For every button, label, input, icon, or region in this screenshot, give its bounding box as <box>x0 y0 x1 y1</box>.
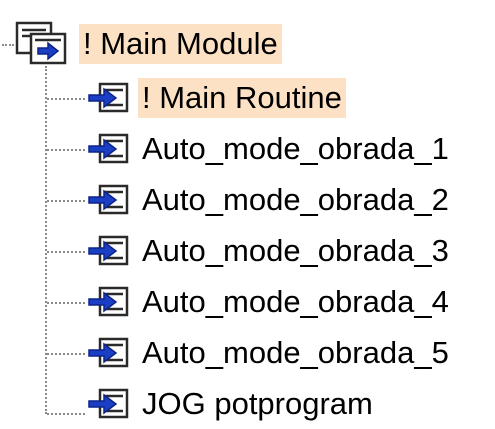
root-connector <box>2 44 14 46</box>
child-connector <box>47 98 85 100</box>
tree-node-label: Auto_mode_obrada_1 <box>142 131 449 166</box>
child-connector <box>47 353 85 355</box>
tree-node-label: Auto_mode_obrada_5 <box>142 335 449 370</box>
tree-node-label: ! Main Routine <box>138 78 346 118</box>
child-connector <box>47 200 85 202</box>
routine-icon <box>88 337 129 368</box>
child-connector <box>47 302 85 304</box>
tree-node-auto-mode-obrada-1[interactable]: Auto_mode_obrada_1 <box>86 127 453 171</box>
child-connector <box>47 149 85 151</box>
tree-node-label: JOG potprogram <box>142 386 373 421</box>
module-icon <box>15 21 67 65</box>
child-connector <box>47 413 85 415</box>
tree-node-jog-potprogram[interactable]: JOG potprogram <box>86 382 377 426</box>
module-tree: ! Main Module ! Main Routine Auto_mode_o… <box>0 0 495 429</box>
tree-node-main-module[interactable]: ! Main Module <box>14 21 282 66</box>
routine-icon <box>88 184 129 215</box>
tree-node-label: Auto_mode_obrada_4 <box>142 284 449 319</box>
tree-node-auto-mode-obrada-2[interactable]: Auto_mode_obrada_2 <box>86 178 453 222</box>
tree-node-main-routine[interactable]: ! Main Routine <box>86 76 346 120</box>
tree-node-label: Auto_mode_obrada_3 <box>142 233 449 268</box>
child-connector <box>47 251 85 253</box>
tree-node-auto-mode-obrada-4[interactable]: Auto_mode_obrada_4 <box>86 280 453 324</box>
tree-node-label: ! Main Module <box>79 24 282 64</box>
tree-node-auto-mode-obrada-3[interactable]: Auto_mode_obrada_3 <box>86 229 453 273</box>
routine-icon <box>88 388 129 419</box>
routine-icon <box>88 286 129 317</box>
tree-node-auto-mode-obrada-5[interactable]: Auto_mode_obrada_5 <box>86 331 453 375</box>
routine-icon <box>88 133 129 164</box>
routine-icon <box>88 235 129 266</box>
tree-node-label: Auto_mode_obrada_2 <box>142 182 449 217</box>
tree-trunk-line <box>45 66 47 414</box>
routine-icon <box>88 82 129 113</box>
